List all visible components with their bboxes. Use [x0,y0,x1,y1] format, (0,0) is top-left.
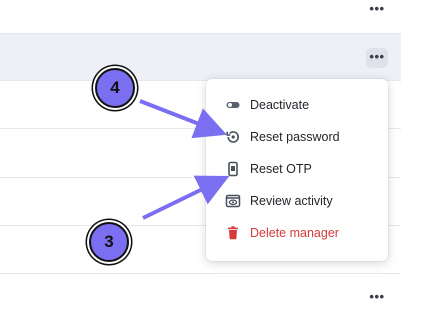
annotation-badge-3: 3 [89,222,129,262]
annotation-badge-4: 4 [95,68,135,108]
annotation-arrows [139,99,230,220]
arrow-to-reset-otp [142,175,230,220]
arrow-to-reset-password [139,99,227,139]
